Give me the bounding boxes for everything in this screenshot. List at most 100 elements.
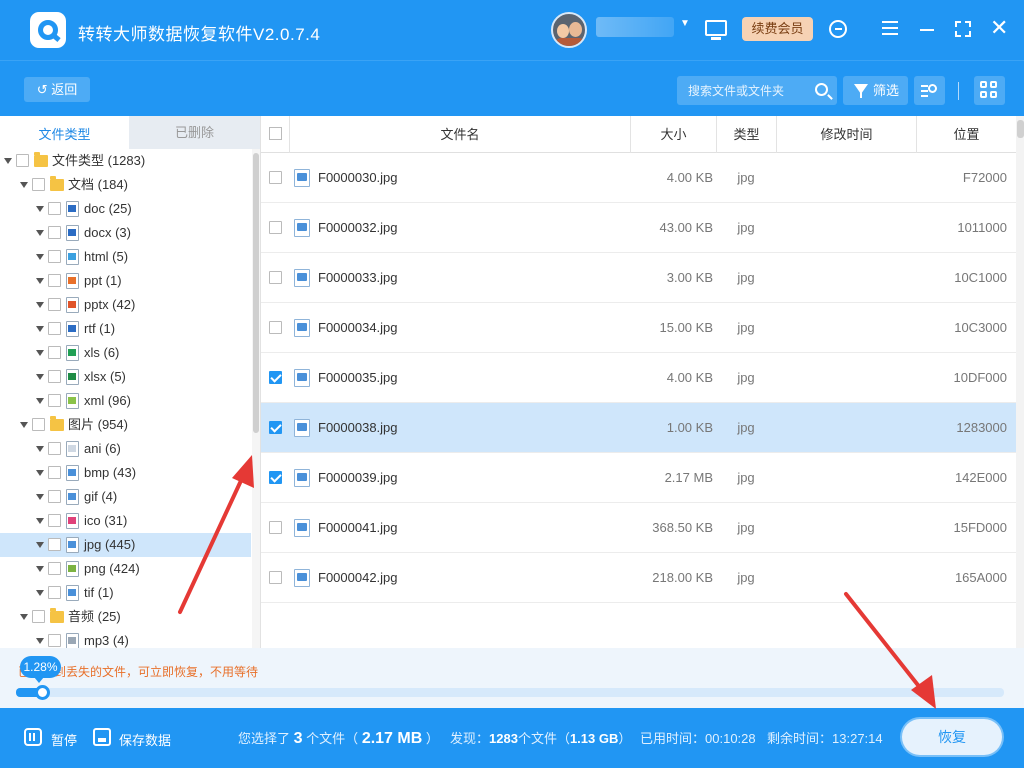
tree-item[interactable]: html (5) (0, 245, 251, 269)
expand-triangle-icon[interactable] (36, 542, 44, 548)
tree-item[interactable]: png (424) (0, 557, 251, 581)
table-row[interactable]: F0000034.jpg 15.00 KB jpg 10C3000 (261, 303, 1016, 353)
tree-item[interactable]: gif (4) (0, 485, 251, 509)
tree-checkbox[interactable] (48, 322, 61, 335)
tree-item[interactable]: docx (3) (0, 221, 251, 245)
tree-item[interactable]: ico (31) (0, 509, 251, 533)
row-checkbox[interactable] (269, 471, 282, 484)
tree-checkbox[interactable] (48, 274, 61, 287)
row-checkbox[interactable] (269, 371, 282, 384)
back-button[interactable]: ↺ 返回 (24, 77, 90, 102)
tree-checkbox[interactable] (48, 298, 61, 311)
tab-deleted[interactable]: 已删除 (129, 116, 260, 149)
expand-triangle-icon[interactable] (36, 470, 44, 476)
minimize-icon[interactable] (920, 29, 934, 31)
table-row[interactable]: F0000030.jpg 4.00 KB jpg F72000 (261, 153, 1016, 203)
user-avatar[interactable] (551, 12, 587, 48)
select-all-checkbox[interactable] (269, 127, 282, 140)
left-scrollbar[interactable] (252, 149, 260, 648)
expand-triangle-icon[interactable] (36, 398, 44, 404)
tree-item[interactable]: 文档 (184) (0, 173, 251, 197)
close-icon[interactable]: ✕ (990, 16, 1008, 40)
expand-triangle-icon[interactable] (36, 302, 44, 308)
pause-button[interactable]: 暂停 (51, 730, 77, 749)
menu-icon[interactable] (882, 21, 898, 35)
table-row[interactable]: F0000038.jpg 1.00 KB jpg 1283000 (261, 403, 1016, 453)
tree-item[interactable]: ani (6) (0, 437, 251, 461)
expand-triangle-icon[interactable] (36, 230, 44, 236)
expand-triangle-icon[interactable] (36, 374, 44, 380)
tree-item[interactable]: xlsx (5) (0, 365, 251, 389)
column-header-modified[interactable]: 修改时间 (777, 116, 917, 153)
table-row[interactable]: F0000035.jpg 4.00 KB jpg 10DF000 (261, 353, 1016, 403)
column-header-name[interactable]: 文件名 (290, 116, 631, 153)
save-data-button[interactable]: 保存数据 (119, 730, 171, 749)
expand-triangle-icon[interactable] (36, 278, 44, 284)
expand-triangle-icon[interactable] (36, 446, 44, 452)
table-row[interactable]: F0000033.jpg 3.00 KB jpg 10C1000 (261, 253, 1016, 303)
table-row[interactable]: F0000041.jpg 368.50 KB jpg 15FD000 (261, 503, 1016, 553)
save-icon[interactable] (93, 728, 111, 746)
tree-checkbox[interactable] (48, 562, 61, 575)
tree-checkbox[interactable] (48, 346, 61, 359)
tree-checkbox[interactable] (48, 490, 61, 503)
expand-triangle-icon[interactable] (36, 254, 44, 260)
row-checkbox[interactable] (269, 271, 282, 284)
column-header-type[interactable]: 类型 (717, 116, 777, 153)
search-box[interactable] (677, 76, 837, 105)
expand-triangle-icon[interactable] (20, 182, 28, 188)
pause-icon[interactable] (24, 728, 42, 746)
tree-item[interactable]: tif (1) (0, 581, 251, 605)
tab-file-type[interactable]: 文件类型 (0, 116, 129, 149)
table-row[interactable]: F0000042.jpg 218.00 KB jpg 165A000 (261, 553, 1016, 603)
table-row[interactable]: F0000032.jpg 43.00 KB jpg 1011000 (261, 203, 1016, 253)
expand-triangle-icon[interactable] (36, 638, 44, 644)
row-checkbox[interactable] (269, 171, 282, 184)
right-scrollbar[interactable] (1016, 116, 1024, 648)
expand-triangle-icon[interactable] (36, 590, 44, 596)
expand-triangle-icon[interactable] (20, 422, 28, 428)
expand-triangle-icon[interactable] (36, 206, 44, 212)
row-checkbox[interactable] (269, 321, 282, 334)
tree-item[interactable]: rtf (1) (0, 317, 251, 341)
tree-checkbox[interactable] (48, 370, 61, 383)
tree-checkbox[interactable] (32, 178, 45, 191)
expand-triangle-icon[interactable] (20, 614, 28, 620)
tree-checkbox[interactable] (48, 442, 61, 455)
tree-checkbox[interactable] (16, 154, 29, 167)
tree-item[interactable]: bmp (43) (0, 461, 251, 485)
tree-checkbox[interactable] (32, 610, 45, 623)
username-redacted[interactable] (596, 17, 674, 37)
tree-item[interactable]: 图片 (954) (0, 413, 251, 437)
tree-item[interactable]: 文件类型 (1283) (0, 149, 251, 173)
expand-triangle-icon[interactable] (36, 326, 44, 332)
renew-vip-button[interactable]: 续费会员 (742, 17, 813, 41)
tree-item[interactable]: doc (25) (0, 197, 251, 221)
tree-item[interactable]: xls (6) (0, 341, 251, 365)
row-checkbox[interactable] (269, 421, 282, 434)
tree-checkbox[interactable] (48, 226, 61, 239)
tree-checkbox[interactable] (48, 634, 61, 647)
tree-item[interactable]: pptx (42) (0, 293, 251, 317)
tree-checkbox[interactable] (48, 202, 61, 215)
tree-item[interactable]: jpg (445) (0, 533, 251, 557)
tree-checkbox[interactable] (48, 538, 61, 551)
tree-item[interactable]: xml (96) (0, 389, 251, 413)
column-header-location[interactable]: 位置 (917, 116, 1016, 153)
tree-checkbox[interactable] (48, 394, 61, 407)
chevron-down-icon[interactable]: ▼ (680, 18, 690, 29)
row-checkbox[interactable] (269, 571, 282, 584)
expand-triangle-icon[interactable] (36, 494, 44, 500)
row-checkbox[interactable] (269, 521, 282, 534)
row-checkbox[interactable] (269, 221, 282, 234)
tree-checkbox[interactable] (48, 586, 61, 599)
tree-item[interactable]: 音频 (25) (0, 605, 251, 629)
recover-button[interactable]: 恢复 (902, 719, 1002, 755)
expand-triangle-icon[interactable] (4, 158, 12, 164)
search-icon[interactable] (815, 83, 828, 96)
tree-item[interactable]: mp3 (4) (0, 629, 251, 648)
table-row[interactable]: F0000039.jpg 2.17 MB jpg 142E000 (261, 453, 1016, 503)
column-header-size[interactable]: 大小 (631, 116, 717, 153)
tree-checkbox[interactable] (48, 466, 61, 479)
tree-checkbox[interactable] (32, 418, 45, 431)
